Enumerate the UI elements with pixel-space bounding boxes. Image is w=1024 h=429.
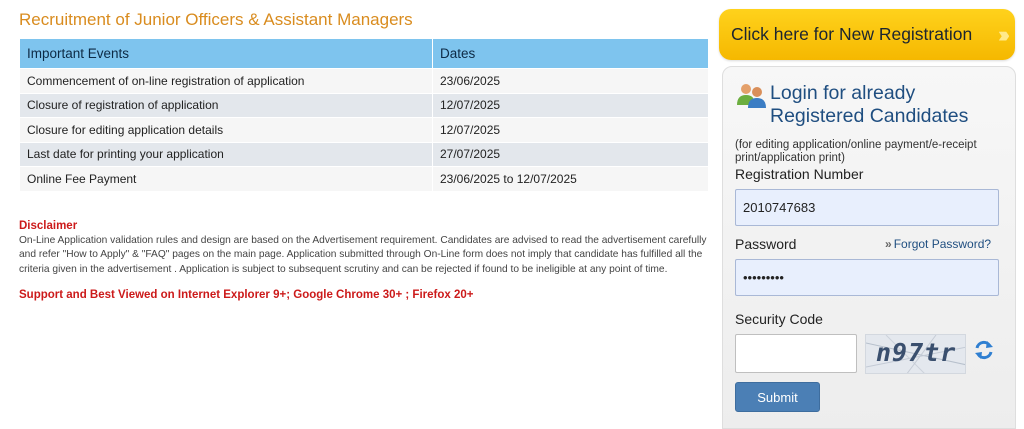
password-input[interactable] [735, 259, 999, 296]
event-cell: Closure for editing application details [19, 117, 433, 143]
date-cell: 23/06/2025 [432, 68, 709, 94]
table-row: Online Fee Payment 23/06/2025 to 12/07/2… [19, 166, 709, 192]
browser-support-note: Support and Best Viewed on Internet Expl… [19, 289, 474, 301]
password-label: Password [735, 236, 797, 252]
refresh-icon[interactable] [973, 339, 995, 361]
chevron-double-right-icon: » [885, 237, 892, 251]
new-registration-label: Click here for New Registration [731, 24, 973, 44]
table-row: Closure for editing application details … [19, 117, 709, 143]
registration-number-label: Registration Number [735, 166, 864, 182]
date-cell: 12/07/2025 [432, 117, 709, 143]
users-icon [736, 82, 766, 110]
registration-number-input[interactable] [735, 189, 999, 226]
column-header-events: Important Events [19, 38, 433, 69]
table-row: Closure of registration of application 1… [19, 92, 709, 118]
column-header-dates: Dates [432, 38, 709, 69]
forgot-password-label: Forgot Password? [893, 237, 992, 251]
submit-button[interactable]: Submit [735, 382, 820, 412]
event-cell: Commencement of on-line registration of … [19, 68, 433, 94]
event-cell: Online Fee Payment [19, 166, 433, 192]
disclaimer-text: On-Line Application validation rules and… [19, 234, 707, 275]
page-title: Recruitment of Junior Officers & Assista… [19, 10, 413, 29]
login-panel: Login for already Registered Candidates … [722, 66, 1016, 429]
main-content: Recruitment of Junior Officers & Assista… [19, 8, 709, 301]
table-row: Commencement of on-line registration of … [19, 68, 709, 94]
new-registration-button[interactable]: Click here for New Registration ››› [719, 9, 1015, 60]
login-title-line2: Registered Candidates [770, 105, 969, 127]
table-row: Last date for printing your application … [19, 141, 709, 167]
login-header: Login for already Registered Candidates [736, 82, 968, 128]
date-cell: 23/06/2025 to 12/07/2025 [432, 166, 709, 192]
captcha-image: n97tr [865, 334, 966, 374]
date-cell: 12/07/2025 [432, 92, 709, 118]
important-events-table: Important Events Dates Commencement of o… [19, 38, 709, 192]
captcha-text: n97tr [876, 338, 957, 367]
disclaimer-section: Disclaimer On-Line Application validatio… [19, 220, 709, 302]
event-cell: Closure of registration of application [19, 92, 433, 118]
chevron-double-right-icon: ››› [998, 22, 1010, 47]
login-title: Login for already Registered Candidates [770, 82, 968, 128]
disclaimer-title: Disclaimer [19, 219, 78, 232]
table-header-row: Important Events Dates [19, 38, 709, 69]
login-title-line1: Login for already [770, 82, 916, 104]
login-note: (for editing application/online payment/… [735, 139, 977, 164]
security-code-input[interactable] [735, 334, 857, 373]
security-code-label: Security Code [735, 311, 823, 327]
forgot-password-link[interactable]: » Forgot Password? [885, 237, 991, 251]
date-cell: 27/07/2025 [432, 141, 709, 167]
event-cell: Last date for printing your application [19, 141, 433, 167]
